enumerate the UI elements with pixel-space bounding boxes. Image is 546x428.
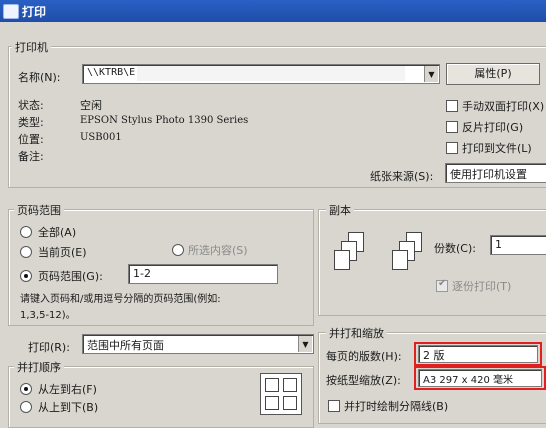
- page-range-radio[interactable]: [20, 270, 32, 282]
- collate-icon-stack-1: [334, 232, 374, 280]
- selection-radio[interactable]: [172, 244, 184, 256]
- pages-per-sheet-select[interactable]: 2 版: [418, 345, 538, 363]
- scale-label: 按纸型缩放(Z):: [326, 374, 401, 387]
- scale-select[interactable]: A3 297 x 420 毫米: [418, 369, 542, 387]
- left-to-right-label: 从左到右(F): [38, 383, 97, 396]
- page-range-label: 页码范围(G):: [38, 270, 103, 283]
- type-label: 类型:: [18, 116, 44, 129]
- print-what-label: 打印(R):: [28, 341, 70, 354]
- status-label: 状态:: [18, 99, 44, 112]
- print-to-file-label: 打印到文件(L): [462, 142, 532, 155]
- page-range-input-value: 1-2: [133, 267, 151, 280]
- title-bar: 打印: [0, 0, 546, 22]
- current-page-label: 当前页(E): [38, 246, 87, 259]
- top-to-bottom-radio[interactable]: [20, 401, 32, 413]
- collate-label: 逐份打印(T): [452, 280, 512, 293]
- print-order-preview-icon: [260, 373, 302, 415]
- reverse-print-checkbox[interactable]: [446, 121, 458, 133]
- print-borders-checkbox[interactable]: [328, 400, 340, 412]
- manual-duplex-checkbox[interactable]: [446, 100, 458, 112]
- paper-source-select[interactable]: 使用打印机设置: [445, 163, 546, 183]
- paper-source-label: 纸张来源(S):: [370, 170, 434, 183]
- page-range-hint: 请键入页码和/或用逗号分隔的页码范围(例如:: [20, 294, 221, 305]
- copies-count-label: 份数(C):: [434, 242, 476, 255]
- copies-count-input[interactable]: 1: [490, 235, 546, 255]
- status-value: 空闲: [80, 99, 102, 112]
- redacted-region: [137, 66, 405, 81]
- page-range-input[interactable]: 1-2: [128, 264, 278, 284]
- print-what-value: 范围中所有页面: [87, 339, 164, 352]
- all-pages-label: 全部(A): [38, 226, 77, 239]
- printer-app-icon: [3, 4, 19, 19]
- where-label: 位置:: [18, 133, 44, 146]
- reverse-print-label: 反片打印(G): [462, 121, 524, 134]
- printer-name-value: \\KTRB\E: [87, 67, 136, 78]
- manual-duplex-label: 手动双面打印(X): [462, 100, 545, 113]
- page-range-legend: 页码范围: [14, 202, 64, 218]
- collate-checkbox[interactable]: ✔: [436, 278, 448, 292]
- copies-legend: 副本: [326, 202, 354, 218]
- scale-value: A3 297 x 420 毫米: [423, 375, 514, 386]
- pages-per-sheet-value: 2 版: [423, 349, 445, 362]
- properties-button[interactable]: 属性(P): [446, 63, 540, 85]
- all-pages-radio[interactable]: [20, 226, 32, 238]
- collate-icon-stack-2: [392, 232, 432, 280]
- pages-per-sheet-label: 每页的版数(H):: [326, 350, 402, 363]
- comment-label: 备注:: [18, 150, 44, 163]
- print-borders-label: 并打时绘制分隔线(B): [344, 400, 449, 413]
- chevron-down-icon[interactable]: ▼: [298, 336, 312, 352]
- chevron-down-icon[interactable]: ▼: [424, 66, 438, 82]
- properties-button-label: 属性(P): [474, 67, 512, 80]
- type-value: EPSON Stylus Photo 1390 Series: [80, 115, 249, 126]
- printer-name-select[interactable]: \\KTRB\E ▼: [82, 64, 440, 84]
- zoom-legend: 并打和缩放: [326, 325, 387, 341]
- window-title: 打印: [22, 5, 47, 19]
- printer-group-legend: 打印机: [12, 39, 51, 55]
- print-to-file-checkbox[interactable]: [446, 142, 458, 154]
- where-value: USB001: [80, 132, 122, 143]
- paper-source-value: 使用打印机设置: [450, 168, 527, 181]
- copies-count-value: 1: [495, 238, 502, 251]
- printer-name-label: 名称(N):: [18, 71, 61, 84]
- print-what-select[interactable]: 范围中所有页面 ▼: [82, 334, 314, 354]
- page-range-hint-2: 1,3,5-12)。: [20, 310, 76, 321]
- selection-label: 所选内容(S): [188, 244, 248, 257]
- left-to-right-radio[interactable]: [20, 383, 32, 395]
- current-page-radio[interactable]: [20, 246, 32, 258]
- print-order-legend: 并打顺序: [14, 359, 64, 375]
